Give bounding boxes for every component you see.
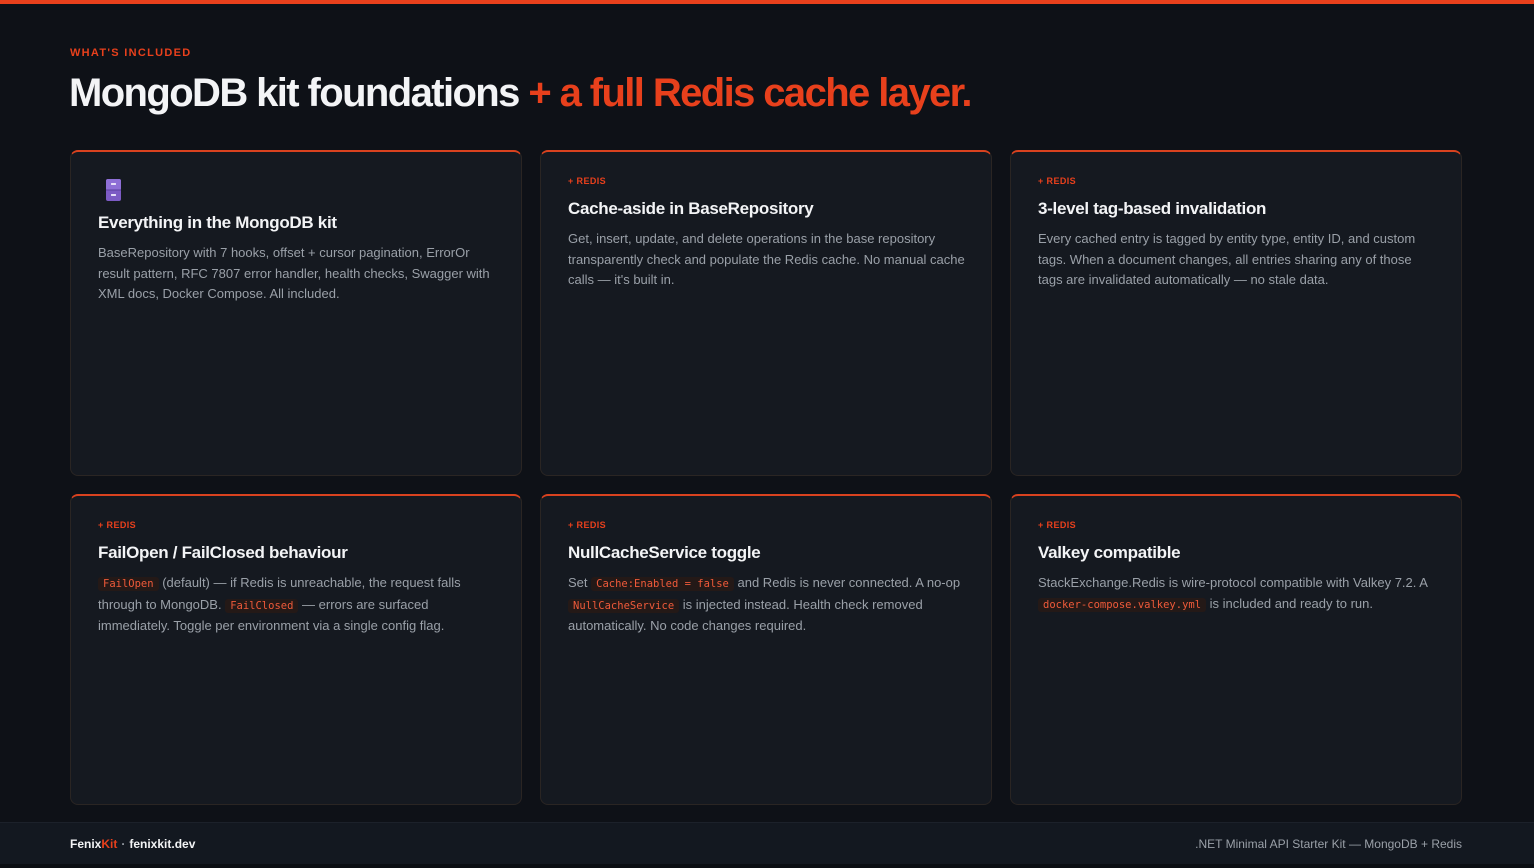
card-title: Valkey compatible [1038,543,1181,562]
redis-tag: + REDIS [568,520,607,530]
feature-card-valkey: + REDIS Valkey compatible StackExchange.… [1010,494,1462,805]
redis-tag: + REDIS [1038,520,1077,530]
footer-brand: FenixKit · fenixkit.dev [70,837,195,851]
top-accent-bar [0,0,1534,4]
card-body: Set Cache:Enabled = false and Redis is n… [568,573,967,637]
card-body-text: and Redis is never connected. A no-op [733,575,961,590]
page-footer: FenixKit · fenixkit.dev .NET Minimal API S… [0,822,1534,864]
footer-tagline: .NET Minimal API Starter Kit — MongoDB +… [1195,837,1462,851]
card-body-text: Set [568,575,592,590]
code-nullcacheservice: NullCacheService [568,598,680,613]
card-body: FailOpen (default) — if Redis is unreach… [98,573,497,637]
feature-card-mongodb-kit: Everything in the MongoDB kit BaseReposi… [70,150,522,476]
headline-accent: + a full Redis cache layer. [528,71,972,115]
card-title: FailOpen / FailClosed behaviour [98,543,348,562]
brand-separator: · [121,837,126,851]
code-failopen: FailOpen [98,577,159,591]
card-body: Every cached entry is tagged by entity t… [1038,231,1416,287]
card-body: BaseRepository with 7 hooks, offset + cu… [98,245,490,301]
code-cache-enabled: Cache:Enabled = false [591,577,734,591]
card-title: NullCacheService toggle [568,543,761,562]
redis-tag: + REDIS [568,176,607,186]
card-body-text: is included and ready to run. [1206,595,1373,611]
redis-tag: + REDIS [1038,176,1077,186]
feature-card-failopen: + REDIS FailOpen / FailClosed behaviour … [70,494,522,805]
code-failclosed: FailClosed [225,598,299,613]
card-body: Get, insert, update, and delete operatio… [568,231,965,287]
card-title: Cache-aside in BaseRepository [568,199,814,218]
footer-domain-link[interactable]: fenixkit.dev [129,837,195,851]
card-body-text: StackExchange.Redis is wire-protocol com… [1038,575,1428,590]
bottom-strip [0,864,1534,868]
headline-main: MongoDB kit foundations [69,71,520,115]
feature-grid: Everything in the MongoDB kit BaseReposi… [70,150,1462,805]
feature-card-nullcache: + REDIS NullCacheService toggle Set Cach… [540,494,992,805]
feature-card-tag-invalidation: + REDIS 3-level tag-based invalidation E… [1010,150,1462,476]
card-body: StackExchange.Redis is wire-protocol com… [1038,573,1437,615]
card-title: 3-level tag-based invalidation [1038,199,1267,218]
feature-card-cache-aside: + REDIS Cache-aside in BaseRepository Ge… [540,150,992,476]
file-cabinet-icon [106,179,121,201]
code-valkey-compose: docker-compose.valkey.yml [1038,597,1207,612]
section-eyebrow: WHAT'S INCLUDED [70,47,192,59]
section-headline: MongoDB kit foundations + a full Redis c… [69,70,973,116]
brand-name-part2: Kit [101,837,118,851]
brand-name-part1: Fenix [70,837,102,851]
redis-tag: + REDIS [98,520,137,530]
card-title: Everything in the MongoDB kit [98,213,337,232]
